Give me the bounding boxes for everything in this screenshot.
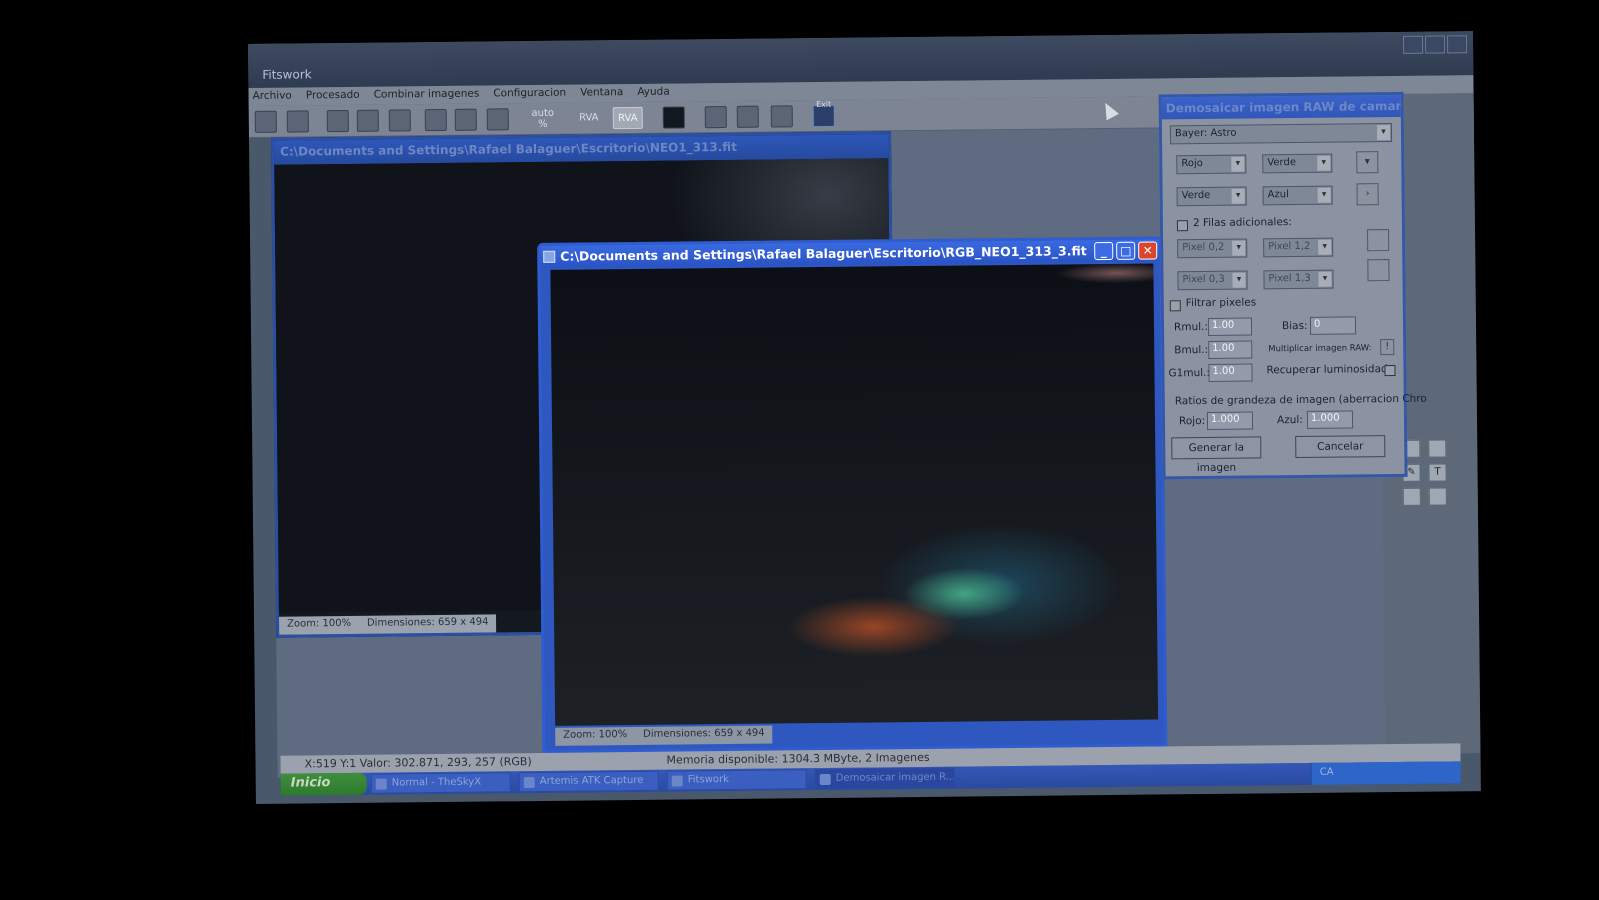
rva-button[interactable]: RVA bbox=[571, 107, 607, 129]
start-button[interactable]: Inicio bbox=[280, 772, 367, 796]
recover-luminosity-checkbox[interactable] bbox=[1384, 365, 1396, 377]
system-tray: CA bbox=[1310, 761, 1461, 785]
menu-procesado[interactable]: Procesado bbox=[306, 89, 360, 104]
chevron-down-icon[interactable]: ▾ bbox=[1356, 151, 1379, 174]
desktop-screen: Fitswork Archivo Procesado Combinar imag… bbox=[248, 31, 1481, 804]
menu-configuracion[interactable]: Configuracion bbox=[493, 87, 566, 102]
preset-select[interactable]: Bayer: Astro bbox=[1169, 123, 1393, 145]
recover-luminosity-label: Recuperar luminosidad bbox=[1266, 363, 1388, 377]
taskbar-item[interactable]: Artemis ATK Capture bbox=[518, 770, 659, 793]
zoom-label: Zoom: 100% bbox=[563, 729, 628, 741]
azul-label: Azul: bbox=[1276, 413, 1303, 427]
window-icon[interactable] bbox=[424, 108, 447, 132]
bias-label: Bias: bbox=[1281, 319, 1308, 333]
extra-rows-checkbox[interactable] bbox=[1176, 220, 1189, 232]
bmul-label: Bmul.: bbox=[1174, 343, 1209, 357]
maximize-button[interactable] bbox=[1424, 35, 1446, 54]
stamp-tool-icon[interactable] bbox=[1402, 487, 1421, 506]
app-title: Fitswork bbox=[262, 67, 312, 82]
curve-icon[interactable] bbox=[736, 105, 759, 128]
pixel-02-select[interactable]: Pixel 0,2 bbox=[1177, 238, 1248, 259]
save-icon[interactable] bbox=[1367, 259, 1390, 282]
rojo-label: Rojo: bbox=[1178, 414, 1206, 428]
bayer-r1c2-select[interactable]: Verde bbox=[1262, 153, 1333, 174]
rectangle-tool-icon[interactable] bbox=[1428, 439, 1447, 458]
taskbar-item[interactable]: Normal - TheSkyX bbox=[370, 772, 511, 794]
bias-input[interactable]: 0 bbox=[1309, 316, 1357, 335]
close-button[interactable] bbox=[1446, 35, 1468, 54]
taskbar-item[interactable]: Demosaicar imagen R... bbox=[814, 767, 955, 790]
dimensions-label: Dimensiones: 659 x 494 bbox=[366, 616, 489, 629]
azul-ratio-input[interactable]: 1.000 bbox=[1306, 410, 1354, 429]
dark-frame-icon[interactable] bbox=[662, 106, 685, 129]
star-tool-icon[interactable] bbox=[1428, 487, 1447, 506]
rmul-label: Rmul.: bbox=[1173, 320, 1209, 334]
filter-pixels-checkbox[interactable] bbox=[1169, 300, 1181, 312]
save-icon[interactable] bbox=[286, 110, 309, 133]
taskbar-item[interactable]: Fitswork bbox=[666, 769, 807, 791]
open-folder-icon[interactable] bbox=[1367, 229, 1390, 252]
menu-archivo[interactable]: Archivo bbox=[252, 90, 291, 104]
menu-ayuda[interactable]: Ayuda bbox=[637, 86, 670, 100]
menu-combinar-imagenes[interactable]: Combinar imagenes bbox=[374, 88, 480, 103]
rva-active-button[interactable]: RVA bbox=[612, 106, 643, 130]
menu-ventana[interactable]: Ventana bbox=[580, 86, 623, 100]
pixel-03-select[interactable]: Pixel 0,3 bbox=[1177, 270, 1248, 291]
tools-icon[interactable] bbox=[486, 108, 509, 131]
open-folder-icon[interactable] bbox=[254, 110, 277, 133]
chevron-right-icon[interactable]: › bbox=[1356, 183, 1379, 206]
zoom-label: Zoom: 100% bbox=[287, 617, 352, 630]
pixel-12-select[interactable]: Pixel 1,2 bbox=[1263, 237, 1334, 258]
cancel-button[interactable]: Cancelar bbox=[1295, 435, 1386, 459]
image-zoom-status: Zoom: 100% Dimensiones: 659 x 494 bbox=[278, 614, 497, 635]
g1mul-input[interactable]: 1.00 bbox=[1208, 363, 1253, 382]
flip-horizontal-icon[interactable] bbox=[326, 109, 349, 133]
multiply-raw-button[interactable]: ! bbox=[1380, 339, 1395, 356]
rmul-input[interactable]: 1.00 bbox=[1207, 317, 1253, 336]
split-channels-icon[interactable] bbox=[770, 105, 793, 128]
copy-image-icon[interactable] bbox=[388, 109, 411, 132]
rgb-zoom-status: Zoom: 100% Dimensiones: 659 x 494 bbox=[555, 725, 773, 746]
window-system-icon[interactable] bbox=[543, 250, 556, 263]
demosaic-dialog: Demosaicar imagen RAW de camara Bayer: A… bbox=[1158, 91, 1427, 480]
auto-percent-button[interactable]: auto % bbox=[525, 108, 561, 130]
extra-rows-label: 2 Filas adicionales: bbox=[1192, 216, 1292, 230]
text-tool-icon[interactable]: T bbox=[1428, 463, 1447, 482]
histogram-icon[interactable] bbox=[704, 105, 727, 129]
g1mul-label: G1mul.: bbox=[1168, 366, 1211, 380]
bmul-input[interactable]: 1.00 bbox=[1208, 340, 1253, 359]
close-icon[interactable]: ✕ bbox=[1138, 241, 1158, 260]
cursor-value-status: X:519 Y:1 Valor: 302.871, 293, 257 (RGB) bbox=[304, 755, 532, 771]
rgb-window-title: C:\Documents and Settings\Rafael Balague… bbox=[560, 243, 1087, 264]
multiply-raw-label: Multiplicar imagen RAW: bbox=[1268, 343, 1372, 355]
pixel-13-select[interactable]: Pixel 1,3 bbox=[1263, 269, 1334, 290]
rgb-image-canvas[interactable] bbox=[550, 263, 1159, 726]
dimensions-label: Dimensiones: 659 x 494 bbox=[643, 727, 765, 740]
maximize-icon[interactable]: □ bbox=[1116, 241, 1136, 260]
bayer-r2c1-select[interactable]: Verde bbox=[1176, 186, 1247, 207]
cascade-windows-icon[interactable] bbox=[454, 108, 477, 131]
filter-pixels-label: Filtrar pixeles bbox=[1185, 296, 1257, 310]
minimize-button[interactable] bbox=[1402, 35, 1424, 54]
language-indicator[interactable]: CA bbox=[1320, 767, 1334, 778]
generate-image-button[interactable]: Generar la imagen bbox=[1171, 436, 1262, 474]
image-window-rgb-neo1[interactable]: C:\Documents and Settings\Rafael Balague… bbox=[537, 236, 1168, 753]
ratios-label: Ratios de grandeza de imagen (aberracion… bbox=[1174, 392, 1427, 408]
memory-status: Memoria disponible: 1304.3 MByte, 2 Imag… bbox=[666, 750, 930, 767]
rojo-ratio-input[interactable]: 1.000 bbox=[1206, 411, 1254, 430]
flip-vertical-icon[interactable] bbox=[356, 109, 379, 132]
dialog-title[interactable]: Demosaicar imagen RAW de camara bbox=[1161, 94, 1401, 120]
app-window-controls bbox=[1402, 35, 1468, 54]
bayer-r2c2-select[interactable]: Azul bbox=[1262, 185, 1333, 206]
bayer-r1c1-select[interactable]: Rojo bbox=[1176, 154, 1247, 175]
exit-label: Exit bbox=[816, 99, 832, 110]
minimize-icon[interactable]: _ bbox=[1094, 241, 1114, 261]
